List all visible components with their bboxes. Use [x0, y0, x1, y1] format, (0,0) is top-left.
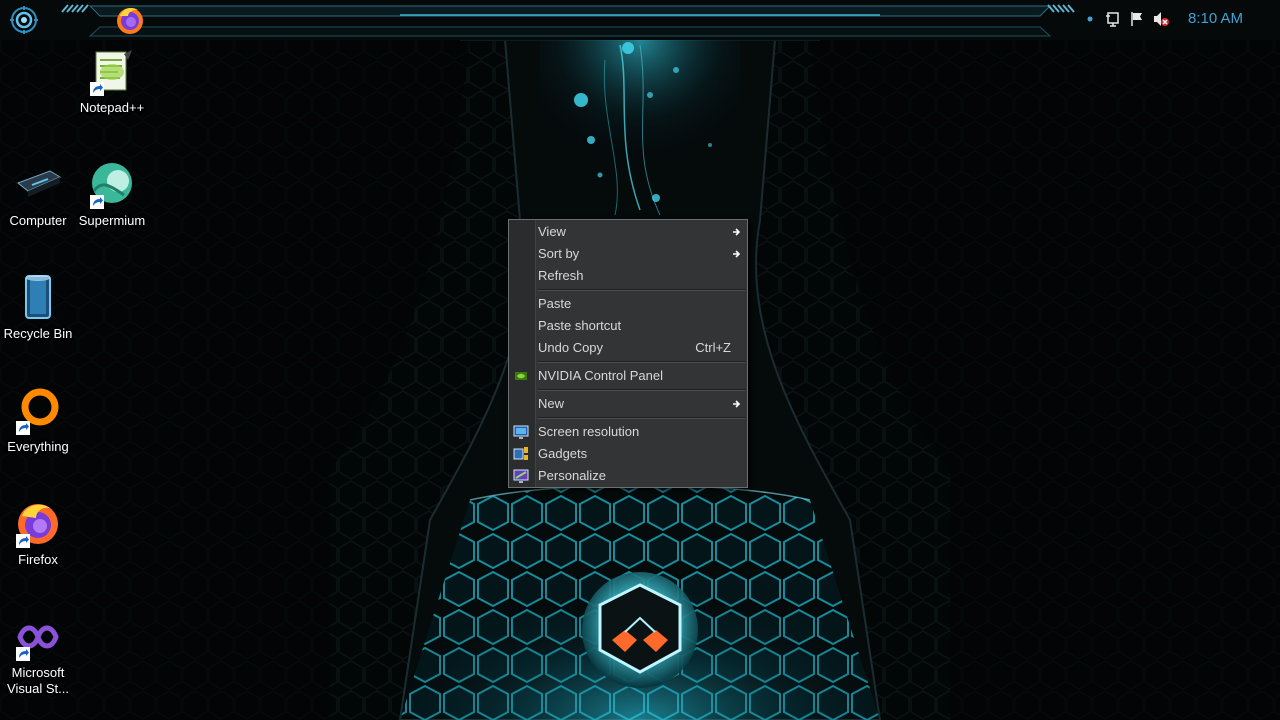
flag-icon[interactable] [1128, 10, 1146, 28]
taskbar-firefox-button[interactable] [114, 4, 146, 36]
taskbar: 8:10 AM [0, 0, 1280, 40]
menu-item-label: Undo Copy [538, 340, 604, 355]
desktop-icon-everything[interactable]: Everything [0, 387, 76, 455]
submenu-arrow-icon [733, 400, 741, 408]
gadgets-icon [513, 447, 528, 460]
action-center-icon[interactable] [1104, 10, 1122, 28]
notepad-plus-plus-icon [88, 48, 136, 96]
shortcut-arrow-icon [16, 534, 30, 548]
desktop-icon-computer[interactable]: Computer [0, 161, 76, 229]
menu-item-label: Screen resolution [538, 424, 640, 439]
desktop-icon-visual-studio[interactable]: Microsoft Visual St... [0, 613, 76, 697]
menu-item-new[interactable]: New [509, 393, 747, 415]
recycle-bin-icon [14, 274, 62, 322]
system-tray [1084, 10, 1180, 28]
menu-item-gadgets[interactable]: Gadgets [509, 443, 747, 465]
menu-item-label: New [538, 396, 565, 411]
start-orb-icon [10, 6, 38, 34]
menu-item-sort-by[interactable]: Sort by [509, 243, 747, 265]
menu-separator [537, 389, 745, 391]
menu-item-paste-shortcut[interactable]: Paste shortcut [509, 315, 747, 337]
taskbar-clock[interactable]: 8:10 AM [1188, 9, 1254, 29]
desktop-icon-label: Supermium [78, 213, 146, 228]
firefox-icon [14, 500, 62, 548]
shortcut-arrow-icon [90, 82, 104, 96]
shortcut-arrow-icon [90, 195, 104, 209]
menu-item-undo-copy[interactable]: Undo Copy Ctrl+Z [509, 337, 747, 359]
desktop[interactable]: 8:10 AM Notepad++ Computer Supermium Rec… [0, 0, 1280, 720]
desktop-icon-label: Everything [7, 439, 69, 454]
monitor-icon [513, 425, 529, 439]
desktop-icon-label: Computer [9, 213, 67, 228]
personalize-icon [513, 469, 529, 483]
menu-separator [537, 361, 745, 363]
desktop-icon-notepad-plus-plus[interactable]: Notepad++ [74, 48, 150, 116]
shortcut-arrow-icon [16, 647, 30, 661]
menu-item-paste[interactable]: Paste [509, 293, 747, 315]
submenu-arrow-icon [733, 250, 741, 258]
menu-item-personalize[interactable]: Personalize [509, 465, 747, 487]
menu-item-label: View [538, 224, 566, 239]
menu-item-label: Refresh [538, 268, 584, 283]
submenu-arrow-icon [733, 228, 741, 236]
menu-item-view[interactable]: View [509, 221, 747, 243]
desktop-icon-label: Notepad++ [79, 100, 145, 115]
nvidia-icon [515, 372, 527, 380]
menu-item-label: Paste shortcut [538, 318, 622, 333]
computer-icon [14, 161, 62, 209]
volume-muted-icon[interactable] [1152, 10, 1170, 28]
desktop-icon-label: Recycle Bin [3, 326, 73, 341]
menu-item-label: NVIDIA Control Panel [538, 368, 664, 383]
menu-item-screen-resolution[interactable]: Screen resolution [509, 421, 747, 443]
menu-item-label: Personalize [538, 468, 606, 483]
menu-item-label: Paste [538, 296, 572, 311]
menu-item-nvidia-control-panel[interactable]: NVIDIA Control Panel [509, 365, 747, 387]
menu-separator [537, 417, 745, 419]
visual-studio-icon [14, 613, 62, 661]
desktop-icon-supermium[interactable]: Supermium [74, 161, 150, 229]
desktop-icon-label: Firefox [18, 552, 58, 567]
desktop-icon-firefox[interactable]: Firefox [0, 500, 76, 568]
menu-item-label: Sort by [538, 246, 580, 261]
menu-separator [537, 289, 745, 291]
menu-item-label: Gadgets [538, 446, 588, 461]
desktop-icon-label: Microsoft Visual St... [7, 665, 69, 696]
menu-item-shortcut: Ctrl+Z [695, 340, 731, 355]
desktop-icon-recycle-bin[interactable]: Recycle Bin [0, 274, 76, 342]
shortcut-arrow-icon [16, 421, 30, 435]
start-button[interactable] [10, 6, 38, 34]
network-dot-icon[interactable] [1084, 10, 1102, 28]
desktop-context-menu: View Sort by Refresh Paste Paste shortcu… [508, 219, 748, 488]
supermium-icon [88, 161, 136, 209]
firefox-icon [117, 8, 143, 34]
menu-item-refresh[interactable]: Refresh [509, 265, 747, 287]
everything-icon [14, 387, 62, 435]
